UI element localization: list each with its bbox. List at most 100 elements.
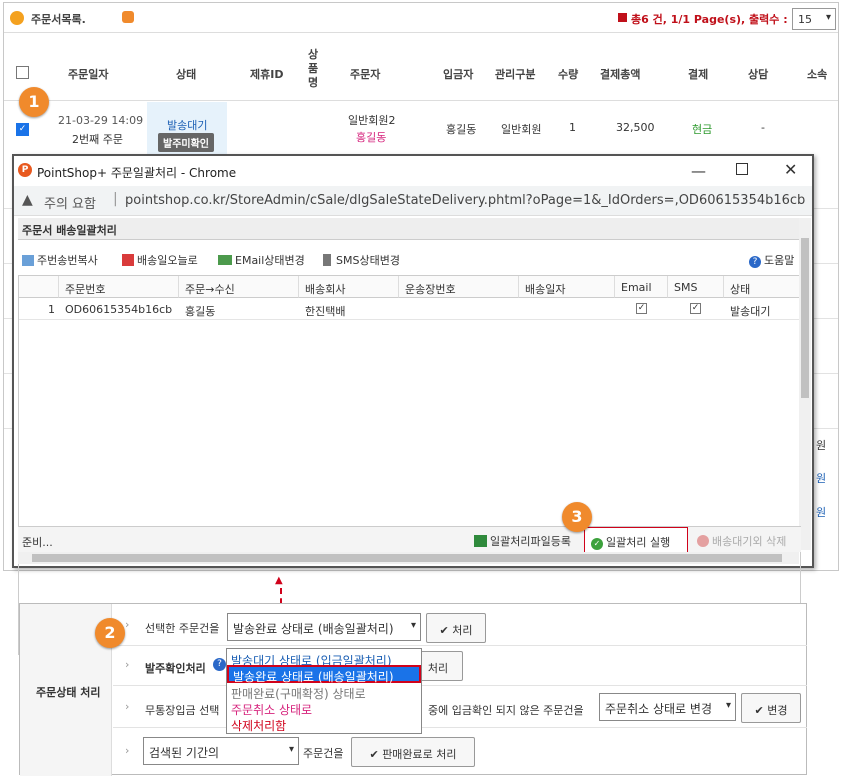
window-titlebar: P PointShop+ 주문일괄처리 - Chrome — ✕ <box>14 156 812 186</box>
chevron-down-icon: ▾ <box>725 700 731 711</box>
step-badge-1: 1 <box>19 87 49 117</box>
process-button[interactable]: ✔ 처리 <box>426 613 486 643</box>
dropdown-option[interactable]: 주문취소 상태로 <box>231 701 312 718</box>
grid-header-tracking: 운송장번호 <box>399 276 519 298</box>
help-button[interactable]: ? 도움말 <box>749 252 794 268</box>
state-select[interactable]: 발송완료 상태로 (배송일괄처리) ▾ <box>227 613 421 641</box>
bullet-icon: › <box>125 618 130 631</box>
batch-process-window: P PointShop+ 주문일괄처리 - Chrome — ✕ ▲ 주의 요함… <box>12 154 814 655</box>
copy-button[interactable]: 주번송번복사 <box>22 252 98 268</box>
status-badge: 발주미확인 <box>158 133 214 152</box>
status-link[interactable]: 발송대기 <box>167 117 207 133</box>
scroll-thumb[interactable] <box>32 554 782 562</box>
row-selected-orders: › 선택한 주문건을 발송완료 상태로 (배송일괄처리) ▾ ✔ 처리 <box>113 604 807 646</box>
sms-checkbox[interactable]: ✓ <box>690 303 701 314</box>
select-all-checkbox[interactable] <box>16 66 29 79</box>
grid-header-sms: SMS <box>668 276 724 298</box>
col-depositor: 입금자 <box>443 68 474 81</box>
grid-status: 발송대기 <box>730 305 771 318</box>
state-dropdown-list: 발송대기 상태로 (입금일괄처리) 발송완료 상태로 (배송일괄처리) 판매완료… <box>226 648 422 734</box>
row-checkbox[interactable]: ✓ <box>16 123 29 136</box>
close-icon[interactable]: ✕ <box>784 160 797 179</box>
chevron-down-icon: ▾ <box>410 620 416 631</box>
grid-receiver: 홍길동 <box>185 305 216 318</box>
row3-label: 무통장입금 선택 <box>145 704 220 717</box>
row-period: › 검색된 기간의 ▾ 주문건을 ✔ 판매완료로 처리 <box>113 728 807 774</box>
delivery-date-button[interactable]: 배송일오늘로 <box>122 252 198 268</box>
url-text: pointshop.co.kr/StoreAdmin/cSale/dlgSale… <box>125 193 805 208</box>
address-bar[interactable]: ▲ 주의 요함 | pointshop.co.kr/StoreAdmin/cSa… <box>14 186 812 216</box>
dropdown-option-selected[interactable]: 발송완료 상태로 (배송일괄처리) <box>227 665 421 684</box>
col-affiliation: 소속 <box>807 68 828 81</box>
row1-label: 선택한 주문건을 <box>145 622 220 635</box>
row4-label: 주문건을 <box>303 747 344 760</box>
execute-button[interactable]: ✓ 일괄처리 실행 <box>584 527 688 553</box>
url-separator: | <box>113 191 118 207</box>
sale-complete-button[interactable]: ✔ 판매완료로 처리 <box>351 737 475 767</box>
scroll-thumb[interactable] <box>801 238 809 398</box>
window-title: PointShop+ 주문일괄처리 - Chrome <box>37 166 237 180</box>
row-consult: - <box>761 121 765 134</box>
minimize-icon[interactable]: — <box>691 162 706 180</box>
calendar-icon <box>122 254 134 266</box>
row-qty: 1 <box>569 121 576 134</box>
file-register-button[interactable]: 일괄처리파일등록 <box>474 533 571 549</box>
delete-button[interactable]: 배송대기외 삭제 <box>697 533 786 549</box>
app-logo-icon: P <box>18 163 32 177</box>
cancel-select[interactable]: 주문취소 상태로 변경 ▾ <box>599 693 736 721</box>
help-icon[interactable]: ? <box>213 658 226 671</box>
row2-label: 발주확인처리 <box>145 662 206 675</box>
grid-row-num: 1 <box>48 303 55 316</box>
chevron-down-icon: ▾ <box>288 744 294 755</box>
popup-statusbar: 준비... 일괄처리파일등록 ✓ 일괄처리 실행 배송대기외 삭제 <box>18 526 801 553</box>
security-label: 주의 요함 <box>44 197 96 212</box>
section-title: 주문서 배송일괄처리 <box>18 218 801 240</box>
tail-text: 원 <box>816 439 827 452</box>
row-order-seq: 2번째 주문 <box>72 133 123 146</box>
row-member: 일반회원2 <box>348 114 396 127</box>
maximize-icon[interactable] <box>736 163 748 175</box>
col-total: 결제총액 <box>600 68 641 81</box>
tail-text: 원 <box>816 506 827 519</box>
email-status-button[interactable]: EMail상태변경 <box>218 252 305 268</box>
step-badge-2: 2 <box>95 618 125 648</box>
grid-header-email: Email <box>615 276 668 298</box>
period-select[interactable]: 검색된 기간의 ▾ <box>143 737 299 765</box>
row-depositor: 홍길동 <box>446 123 477 136</box>
list-title: 주문서목록. <box>31 13 86 26</box>
row-order-confirm: › 발주확인처리 ? 처리 <box>113 646 807 686</box>
email-checkbox[interactable]: ✓ <box>636 303 647 314</box>
col-product: 상 품 명 <box>308 48 319 89</box>
col-affiliate: 제휴ID <box>250 68 284 81</box>
warning-icon: ▲ <box>22 192 33 208</box>
sms-status-button[interactable]: SMS상태변경 <box>323 252 400 268</box>
col-payment: 결제 <box>688 68 709 81</box>
per-page-select[interactable]: 15 ▾ <box>792 8 836 30</box>
tag-icon <box>122 11 134 23</box>
col-manage: 관리구분 <box>495 68 536 81</box>
bullet-icon: › <box>125 700 130 713</box>
vertical-scrollbar[interactable] <box>799 218 811 550</box>
grid-header-company: 배송회사 <box>299 276 399 298</box>
table-row[interactable]: ✓ 21-03-29 14:09 2번째 주문 발송대기 발주미확인 일반회원2… <box>4 102 838 158</box>
email-icon <box>218 255 232 265</box>
col-orderer: 주문자 <box>350 68 381 81</box>
bullet-icon: › <box>125 744 130 757</box>
list-bullet-icon <box>10 11 24 25</box>
check-icon: ✔ <box>754 704 768 717</box>
row-orderer[interactable]: 홍길동 <box>356 129 386 145</box>
phone-icon <box>323 254 331 266</box>
arrow-up-icon: ▲ <box>275 575 283 586</box>
dropdown-option[interactable]: 삭제처리함 <box>231 717 286 734</box>
step-badge-3: 3 <box>562 502 592 532</box>
grid-row[interactable]: 1 OD60615354b16cb 홍길동 한진택배 ✓ ✓ 발송대기 <box>19 298 800 320</box>
row-manage: 일반회원 <box>501 123 542 136</box>
tail-text: 원 <box>816 472 827 485</box>
grid-header-receiver: 주문→수신 <box>179 276 299 298</box>
horizontal-scrollbar[interactable] <box>18 552 799 564</box>
ready-text: 준비... <box>22 536 53 549</box>
check-icon: ✔ <box>439 624 453 637</box>
dropdown-option[interactable]: 판매완료(구매확정) 상태로 <box>231 685 366 702</box>
minus-circle-icon <box>697 535 709 547</box>
change-button[interactable]: ✔ 변경 <box>741 693 801 723</box>
